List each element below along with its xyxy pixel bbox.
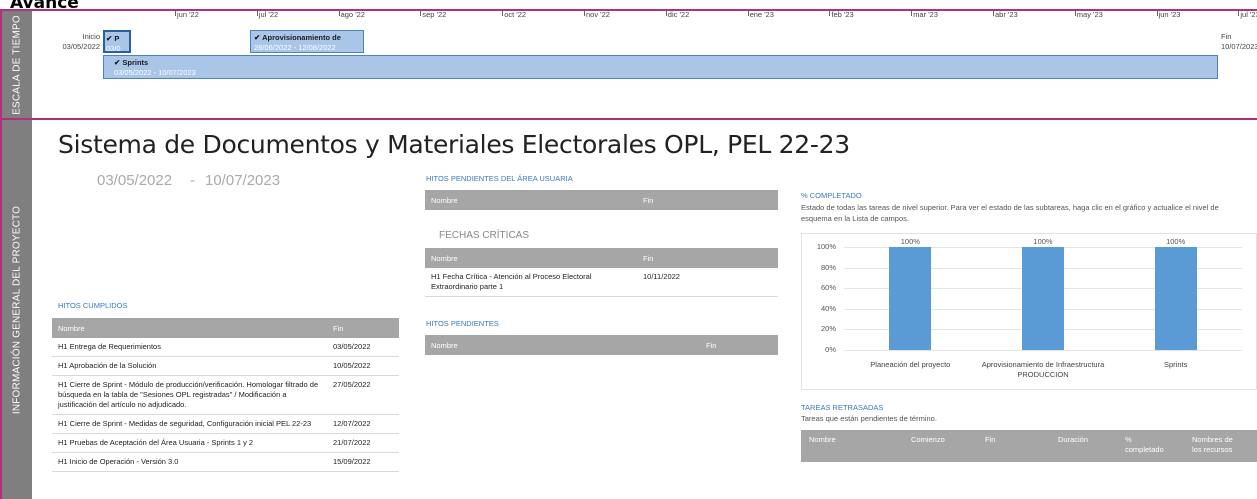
x-category-label: Aprovisionamiento de Infraestructura PRO… (981, 360, 1105, 379)
timeline-end-date: 10/07/2023 (1221, 42, 1257, 51)
timeline-month-label: ago '22 (338, 10, 365, 19)
timeline-month-label: nov '22 (584, 10, 610, 19)
bar-value-label: 100% (1033, 237, 1053, 246)
project-date-separator: - (190, 172, 195, 189)
timeline-month-label: oct '22 (502, 10, 527, 19)
column-header: Duración (1058, 435, 1089, 444)
bar-value-label: 100% (1166, 237, 1186, 246)
cell-date: 10/05/2022 (327, 356, 399, 376)
tareas-retrasadas-description: Tareas que están pendientes de término. (801, 414, 937, 423)
timeline-side-bar: ESCALA DE TIEMPO (2, 11, 32, 118)
cell-name: H1 Pruebas de Aceptación del Área Usuari… (52, 433, 327, 453)
bar-value-label: 100% (900, 237, 920, 246)
hitos-pendientes-table: Nombre Fin (425, 335, 778, 355)
fechas-criticas-title: FECHAS CRÍTICAS (439, 230, 530, 241)
column-header: Fin (985, 435, 996, 444)
cell-name: H1 Entrega de Requerimientos (52, 338, 327, 357)
timeline-month-label: jul '23 (1238, 10, 1257, 19)
column-header: Nombres de los recursos (1192, 435, 1233, 454)
project-start-date: 03/05/2022 (97, 172, 173, 189)
check-icon: ✔ (254, 33, 261, 42)
completado-description: Estado de todas las tareas de nivel supe… (801, 203, 1219, 223)
timeline-bar-sprints[interactable]: ✔ Sprints 03/05/2022 - 10/07/2023 (103, 55, 1218, 79)
timeline-month-label: feb '23 (829, 10, 854, 19)
cell-date: 10/11/2022 (637, 268, 778, 297)
timeline-side-label: ESCALA DE TIEMPO (11, 14, 23, 115)
table-row: H1 Inicio de Operación - Versión 3.0 15/0… (52, 452, 399, 472)
column-header: Nombre (425, 335, 700, 355)
column-header: Fin (327, 318, 399, 338)
table-row: H1 Cierre de Sprint - Módulo de producci… (52, 375, 399, 415)
cell-name: H1 Cierre de Sprint - Medidas de segurid… (52, 414, 327, 434)
timeline-start-label: Inicio (82, 32, 100, 41)
timeline-month-label: jul '22 (256, 10, 279, 19)
timeline-month-label: sep '22 (420, 10, 447, 19)
table-row: H1 Fecha Crítica - Atención al Proceso E… (425, 268, 778, 297)
timeline-start: Inicio 03/05/2022 (58, 32, 100, 52)
timeline-month-label: dic '22 (665, 10, 690, 19)
project-side-label: INFORMACIÓN GENERAL DEL PROYECTO (11, 205, 23, 414)
cell-name: H1 Aprobación de la Solución (52, 356, 327, 376)
project-end-date: 10/07/2023 (205, 172, 281, 189)
check-icon: ✔ (114, 58, 121, 67)
table-row: H1 Pruebas de Aceptación del Área Usuari… (52, 433, 399, 453)
completado-title: % COMPLETADO (801, 191, 862, 200)
y-tick-label: 100% (816, 242, 836, 251)
hitos-area-usuaria-title: HITOS PENDIENTES DEL ÁREA USUARIA (426, 174, 573, 183)
column-header: Nombre (425, 248, 637, 268)
cell-date: 27/05/2022 (327, 375, 399, 415)
column-header: Nombre (425, 190, 637, 210)
project-title: Sistema de Documentos y Materiales Elect… (58, 130, 850, 159)
hitos-pendientes-title: HITOS PENDIENTES (426, 319, 499, 328)
column-header: Comienzo (911, 435, 945, 444)
timeline-month-label: ene '23 (747, 10, 774, 19)
timeline-month-label: abr '23 (993, 10, 1018, 19)
column-header: Fin (700, 335, 778, 355)
chart-bar[interactable] (1154, 247, 1197, 350)
cell-date: 12/07/2022 (327, 414, 399, 434)
tareas-retrasadas-header: Nombre Comienzo Fin Duración % completad… (801, 430, 1257, 462)
cell-date: 03/05/2022 (327, 338, 399, 357)
column-header: Nombre (52, 318, 327, 338)
hitos-cumplidos-table: Nombre Fin H1 Entrega de Requerimientos 0… (52, 318, 399, 472)
completado-chart[interactable]: 100% 80% 60% 40% 20% 0% 100% Planeación del pro… (801, 233, 1257, 390)
timeline-month-label: jun '22 (175, 10, 199, 19)
table-row: H1 Entrega de Requerimientos 03/05/2022 (52, 338, 399, 357)
timeline-end: Fin 10/07/2023 (1221, 32, 1257, 52)
hitos-area-usuaria-table: Nombre Fin (425, 190, 778, 210)
chart-bar[interactable] (889, 247, 932, 350)
timeline-end-label: Fin (1221, 32, 1232, 41)
y-tick-label: 80% (820, 262, 836, 272)
table-row: H1 Aprobación de la Solución 10/05/2022 (52, 356, 399, 376)
y-tick-label: 20% (820, 324, 836, 334)
timeline-month-label: may '23 (1074, 10, 1103, 19)
cell-name: H1 Cierre de Sprint - Módulo de producci… (52, 375, 327, 415)
column-header: Fin (637, 248, 778, 268)
cell-date: 21/07/2022 (327, 433, 399, 453)
tareas-retrasadas-title: TAREAS RETRASADAS (801, 403, 884, 412)
fechas-criticas-table: Nombre Fin H1 Fecha Crítica - Atención a… (425, 248, 778, 297)
table-row: H1 Cierre de Sprint - Medidas de segurid… (52, 414, 399, 434)
column-header: % completado (1125, 435, 1164, 454)
cell-name: H1 Inicio de Operación - Versión 3.0 (52, 452, 327, 472)
y-tick-label: 0% (825, 345, 836, 354)
cell-name: H1 Fecha Crítica - Atención al Proceso E… (425, 268, 637, 297)
column-header: Fin (637, 190, 778, 210)
chart-bar[interactable] (1022, 247, 1064, 350)
x-category-label: Sprints (1163, 360, 1188, 369)
x-category-label: Planeación del proyecto (870, 360, 951, 369)
timeline-bar-planeacion[interactable]: ✔ P 03/0 (103, 30, 131, 53)
gridline (844, 350, 1242, 351)
timeline-start-date: 03/05/2022 (62, 42, 100, 51)
check-icon: ✔ (106, 34, 113, 43)
y-tick-label: 60% (820, 283, 836, 293)
project-side-bar: INFORMACIÓN GENERAL DEL PROYECTO (2, 120, 32, 499)
column-header: Nombre (809, 435, 836, 444)
timeline-month-label: mar '23 (911, 10, 938, 19)
timeline-bar-aprovisionamiento[interactable]: ✔ Aprovisionamiento de 28/06/2022 - 12/0… (250, 30, 364, 53)
cell-date: 15/09/2022 (327, 452, 399, 472)
y-tick-label: 40% (820, 303, 836, 313)
hitos-cumplidos-title: HITOS CUMPLIDOS (58, 301, 128, 310)
timeline-month-label: jun '23 (1156, 10, 1181, 19)
